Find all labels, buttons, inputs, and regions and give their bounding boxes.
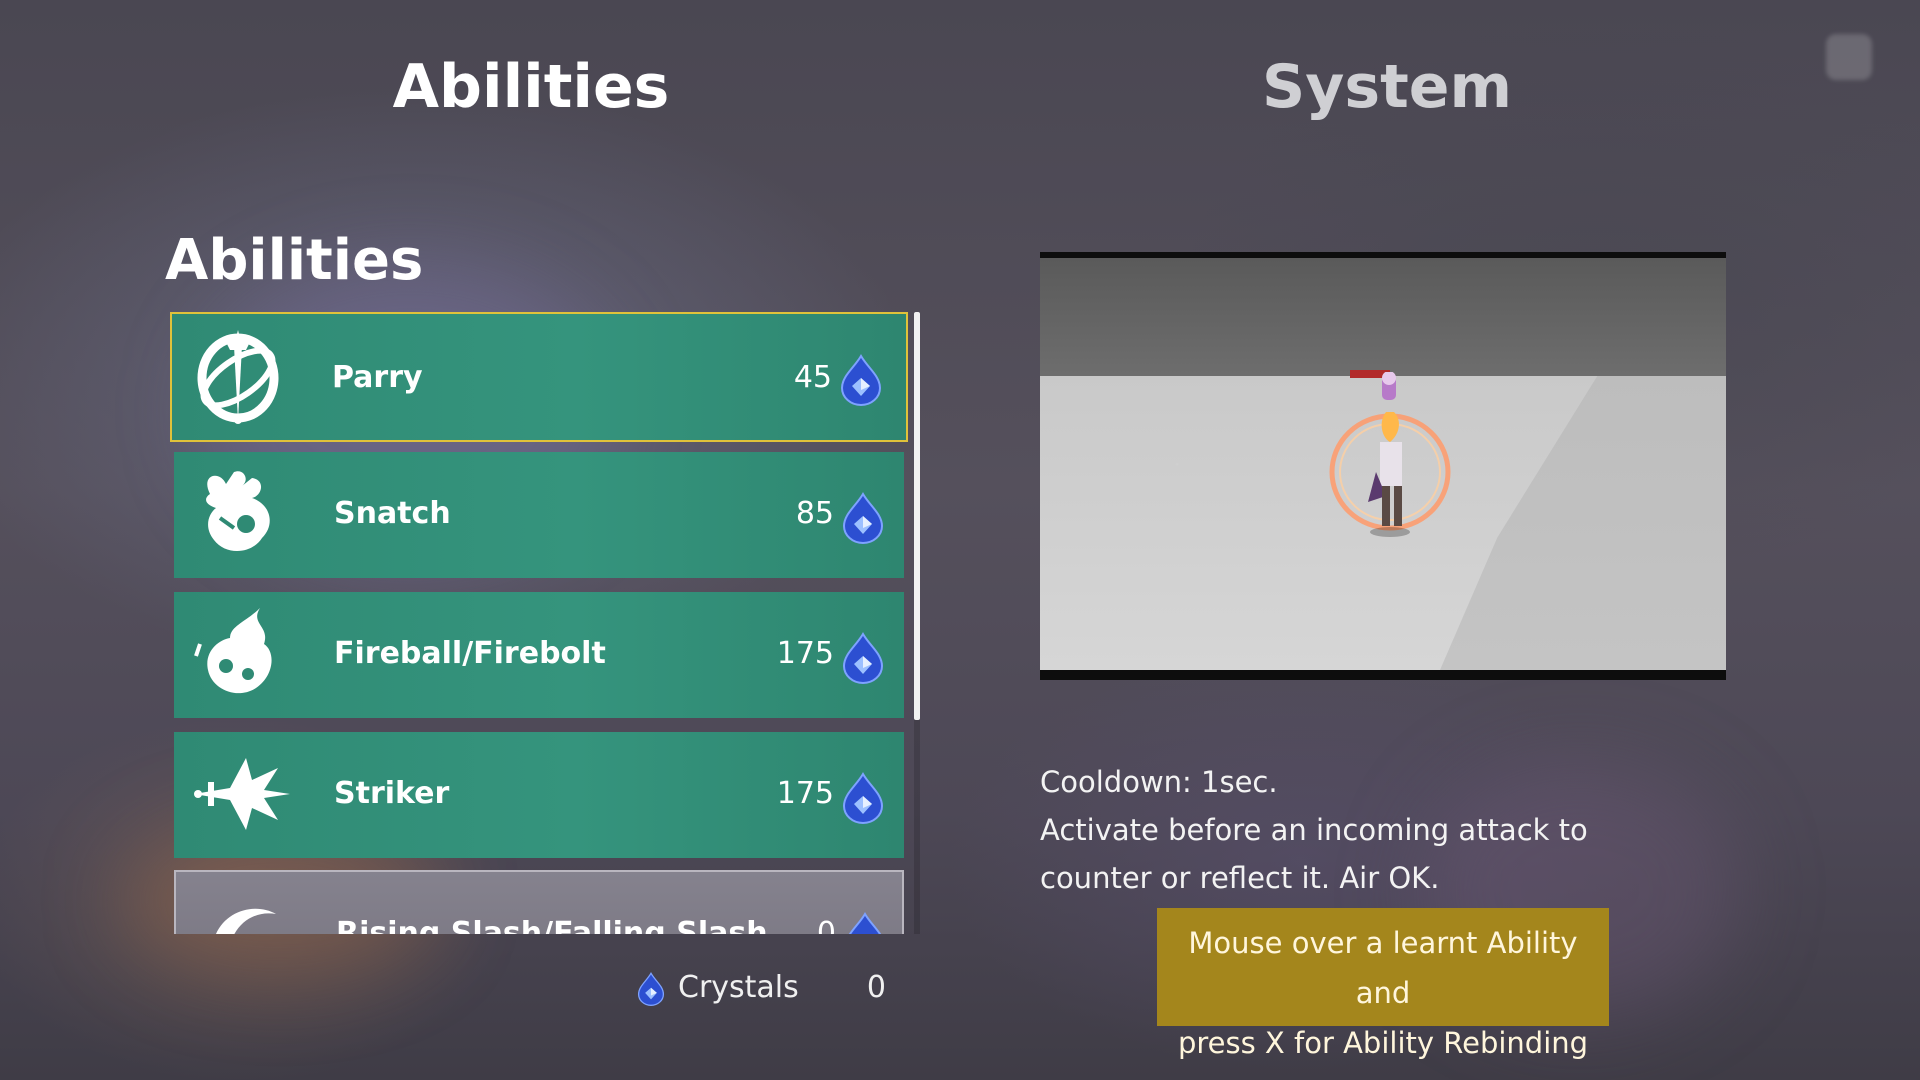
- slash-icon: [216, 908, 276, 934]
- scrollbar-thumb[interactable]: [914, 312, 920, 720]
- crystal-gem-icon: [842, 492, 884, 544]
- tab-system[interactable]: System: [1137, 52, 1637, 122]
- ability-item-parry[interactable]: Parry 45: [170, 312, 908, 442]
- crystal-gem-icon: [842, 772, 884, 824]
- rebinding-hint: Mouse over a learnt Ability and press X …: [1157, 908, 1609, 1060]
- ability-item-striker[interactable]: Striker 175: [174, 732, 904, 858]
- ability-cost: 45: [793, 360, 832, 395]
- ability-cost: 0: [816, 916, 836, 934]
- cooldown-text: Cooldown: 1sec.: [1040, 765, 1278, 799]
- crystals-counter: Crystals 0: [636, 968, 906, 1012]
- ability-item-fireball[interactable]: Fireball/Firebolt 175: [174, 592, 904, 718]
- ability-description: Cooldown: 1sec. Activate before an incom…: [1040, 758, 1700, 902]
- corner-button[interactable]: [1826, 34, 1872, 80]
- ability-cost: 175: [776, 636, 834, 671]
- ability-item-snatch[interactable]: Snatch 85: [174, 452, 904, 578]
- ability-cost: 85: [795, 496, 834, 531]
- ability-name: Fireball/Firebolt: [334, 636, 606, 671]
- ability-preview-video: [1040, 252, 1726, 680]
- parry-icon: [197, 330, 279, 424]
- crystal-gem-icon: [637, 972, 665, 1006]
- striker-icon: [194, 758, 290, 830]
- ability-name: Rising Slash/Falling Slash: [336, 916, 768, 934]
- tab-abilities[interactable]: Abilities: [281, 52, 781, 122]
- ability-item-rising-slash[interactable]: Rising Slash/Falling Slash 0: [174, 870, 904, 934]
- fireball-icon: [194, 608, 272, 694]
- preview-character: [1329, 372, 1451, 537]
- crystals-label: Crystals: [678, 970, 799, 1005]
- ability-name: Parry: [332, 360, 423, 395]
- snatch-icon: [206, 471, 270, 552]
- hint-line-2: press X for Ability Rebinding: [1177, 1026, 1589, 1060]
- crystal-gem-icon: [842, 632, 884, 684]
- ability-name: Striker: [334, 776, 450, 811]
- crystal-gem-icon: [848, 912, 882, 934]
- ability-cost: 175: [776, 776, 834, 811]
- section-title: Abilities: [165, 228, 424, 293]
- crystals-value: 0: [866, 970, 886, 1005]
- description-text: Activate before an incoming attack to co…: [1040, 813, 1588, 895]
- preview-wall: [1040, 258, 1726, 380]
- ability-list: Parry 45 Snatch 85 Fireball/Firebolt 175…: [170, 312, 910, 934]
- ability-name: Snatch: [334, 496, 451, 531]
- crystal-gem-icon: [840, 354, 882, 406]
- hint-line-1: Mouse over a learnt Ability and: [1188, 926, 1578, 1010]
